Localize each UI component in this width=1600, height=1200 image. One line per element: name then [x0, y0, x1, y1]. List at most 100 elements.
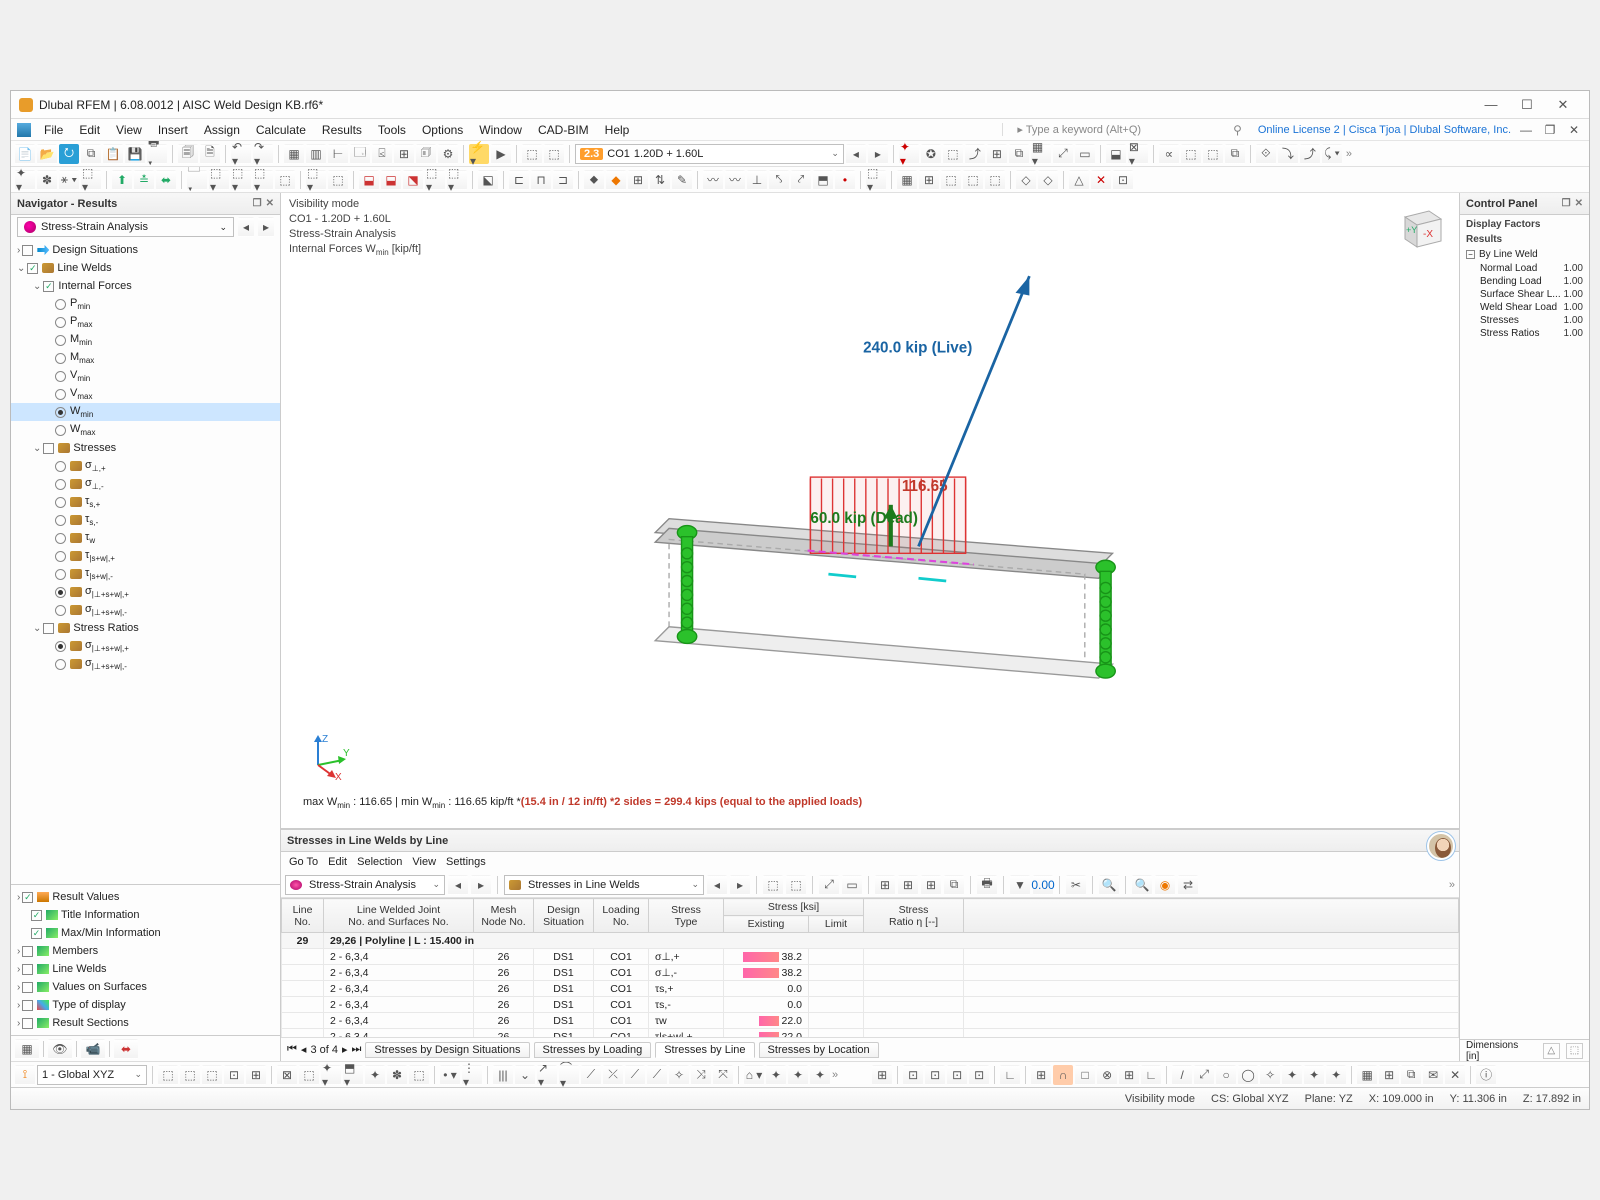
- tb-d[interactable]: 🗔: [350, 144, 370, 164]
- dim-btn1[interactable]: △: [1543, 1043, 1560, 1059]
- tb2-p[interactable]: ⬓: [381, 170, 401, 190]
- tab-line[interactable]: Stresses by Line: [655, 1042, 754, 1058]
- tb-c[interactable]: ⊢: [328, 144, 348, 164]
- table-group-row[interactable]: 2929,26 | Polyline | L : 15.400 in: [282, 933, 1459, 949]
- tb-x6[interactable]: ⧉: [1009, 144, 1029, 164]
- menu-tools[interactable]: Tools: [371, 121, 413, 139]
- tcb-next[interactable]: ▸: [471, 875, 491, 895]
- cp-row[interactable]: Stresses1.00: [1460, 314, 1589, 327]
- table-row[interactable]: 2 - 6,3,426DS1CO1τs,+ 0.0: [282, 981, 1459, 997]
- tb2-l[interactable]: ⬚: [275, 170, 295, 190]
- bt11[interactable]: ✽: [387, 1065, 407, 1085]
- tb2-ac[interactable]: 〰: [703, 170, 723, 190]
- cp-close[interactable]: ✕: [1575, 198, 1583, 209]
- tt-10[interactable]: ▼: [1010, 875, 1030, 895]
- tb-a[interactable]: ▦: [284, 144, 304, 164]
- tb-calc[interactable]: ⚡ ▾: [469, 144, 489, 164]
- tb2-f[interactable]: ≛: [134, 170, 154, 190]
- tb2-m[interactable]: ⬚ ▾: [306, 170, 326, 190]
- tb2-s[interactable]: ⬚ ▾: [447, 170, 467, 190]
- tb2-z[interactable]: ⊞: [628, 170, 648, 190]
- tb2-ar[interactable]: △: [1069, 170, 1089, 190]
- bt53[interactable]: ✉: [1423, 1065, 1443, 1085]
- tb-x1[interactable]: ✦ ▾: [899, 144, 919, 164]
- bt15[interactable]: |||: [493, 1065, 513, 1085]
- bt42[interactable]: /: [1172, 1065, 1192, 1085]
- script-button[interactable]: 🗐: [178, 144, 198, 164]
- bt50[interactable]: ▦: [1357, 1065, 1377, 1085]
- table-row[interactable]: 2 - 6,3,426DS1CO1σ⊥,+ 38.2: [282, 949, 1459, 965]
- tb2-ak[interactable]: ▦: [897, 170, 917, 190]
- tb2-aq[interactable]: ◇: [1038, 170, 1058, 190]
- tt-3[interactable]: ⤢: [819, 875, 839, 895]
- table-analysis-combo[interactable]: Stress-Strain Analysis⌄: [285, 875, 445, 895]
- bt9[interactable]: ⬒ ▾: [343, 1065, 363, 1085]
- save-button[interactable]: ⭮: [59, 144, 79, 164]
- tt-2[interactable]: ⬚: [786, 875, 806, 895]
- case-next[interactable]: ▸: [868, 144, 888, 164]
- navtab-data[interactable]: ▦: [15, 1039, 39, 1059]
- bt30[interactable]: ⊞: [872, 1065, 892, 1085]
- bt12[interactable]: ⬚: [409, 1065, 429, 1085]
- tb2-k[interactable]: ⬚ ▾: [253, 170, 273, 190]
- bt8[interactable]: ✦ ▾: [321, 1065, 341, 1085]
- bt10[interactable]: ✦: [365, 1065, 385, 1085]
- cp-pop[interactable]: ❐: [1562, 198, 1571, 209]
- menu-assign[interactable]: Assign: [197, 121, 247, 139]
- bt17[interactable]: ↗ ▾: [537, 1065, 557, 1085]
- bt2[interactable]: ⬚: [180, 1065, 200, 1085]
- cp-row[interactable]: Weld Shear Load1.00: [1460, 301, 1589, 314]
- bt13[interactable]: • ▾: [440, 1065, 460, 1085]
- tcb-prev[interactable]: ◂: [448, 875, 468, 895]
- tb2-o[interactable]: ⬓: [359, 170, 379, 190]
- table-row[interactable]: 2 - 6,3,426DS1CO1σ⊥,- 38.2: [282, 965, 1459, 981]
- navigator-tree[interactable]: Design Situations ✓Line Welds ✓Internal …: [11, 239, 280, 884]
- new-button[interactable]: 📄: [15, 144, 35, 164]
- tb2-ae[interactable]: ⊥: [747, 170, 767, 190]
- tt-13[interactable]: 🔍: [1099, 875, 1119, 895]
- bt39[interactable]: ⊗: [1097, 1065, 1117, 1085]
- bt-cs[interactable]: ⟟: [15, 1065, 35, 1085]
- bt54[interactable]: ✕: [1445, 1065, 1465, 1085]
- sm-sel[interactable]: Selection: [357, 856, 402, 868]
- tt-4[interactable]: ▭: [842, 875, 862, 895]
- nav-next[interactable]: ▸: [258, 217, 274, 237]
- bt16[interactable]: ⌄: [515, 1065, 535, 1085]
- bt32[interactable]: ⊡: [925, 1065, 945, 1085]
- sm-set[interactable]: Settings: [446, 856, 486, 868]
- tb2-af[interactable]: ⤣: [769, 170, 789, 190]
- tb-w1[interactable]: ⟐: [1256, 144, 1276, 164]
- tt-9[interactable]: 🖶: [977, 875, 997, 895]
- tab-loading[interactable]: Stresses by Loading: [534, 1042, 652, 1058]
- bt6[interactable]: ⊠: [277, 1065, 297, 1085]
- search-exec-icon[interactable]: ⚲: [1233, 123, 1242, 137]
- bt55[interactable]: ⓘ: [1476, 1065, 1496, 1085]
- tab-location[interactable]: Stresses by Location: [759, 1042, 879, 1058]
- table-row[interactable]: 2 - 6,3,426DS1CO1τw 22.0: [282, 1013, 1459, 1029]
- menu-edit[interactable]: Edit: [72, 121, 107, 139]
- panel-pop-icon[interactable]: ❐: [253, 198, 262, 209]
- tb2-q[interactable]: ⬔: [403, 170, 423, 190]
- tb2-j[interactable]: ⬚ ▾: [231, 170, 251, 190]
- paste-button[interactable]: 📋: [103, 144, 123, 164]
- minimize-button[interactable]: —: [1473, 95, 1509, 115]
- tb-x9[interactable]: ▭: [1075, 144, 1095, 164]
- bt48[interactable]: ✦: [1304, 1065, 1324, 1085]
- menu-insert[interactable]: Insert: [151, 121, 195, 139]
- tb-b[interactable]: ▥: [306, 144, 326, 164]
- tb-z2[interactable]: ⬚: [1181, 144, 1201, 164]
- view-cube[interactable]: -X +Y: [1393, 199, 1449, 255]
- cp-row[interactable]: Surface Shear L...1.00: [1460, 288, 1589, 301]
- tb-x2[interactable]: ✪: [921, 144, 941, 164]
- coord-system-combo[interactable]: 1 - Global XYZ⌄: [37, 1065, 147, 1085]
- cp-row[interactable]: Normal Load1.00: [1460, 262, 1589, 275]
- sm-edit[interactable]: Edit: [328, 856, 347, 868]
- bt33[interactable]: ⊡: [947, 1065, 967, 1085]
- menu-file[interactable]: File: [37, 121, 70, 139]
- tt-1[interactable]: ⬚: [763, 875, 783, 895]
- bt52[interactable]: ⧉: [1401, 1065, 1421, 1085]
- nav-first[interactable]: ⏮: [287, 1043, 297, 1056]
- dim-btn2[interactable]: ⬚: [1566, 1043, 1583, 1059]
- menu-results[interactable]: Results: [315, 121, 369, 139]
- bt27[interactable]: ✦: [766, 1065, 786, 1085]
